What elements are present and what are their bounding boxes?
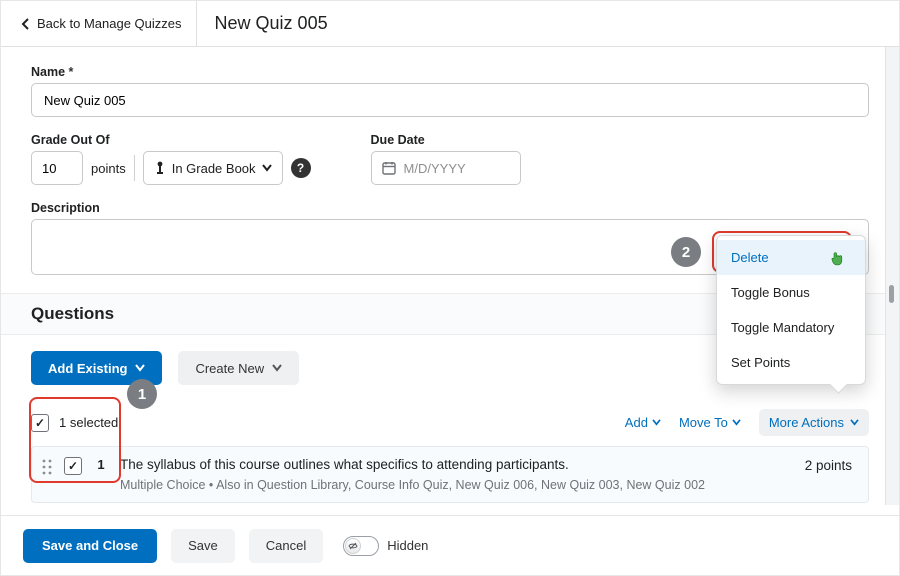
trophy-icon <box>154 161 166 175</box>
chevron-down-icon <box>272 364 282 372</box>
gradebook-label: In Grade Book <box>172 161 256 176</box>
add-existing-button[interactable]: Add Existing <box>31 351 162 385</box>
save-and-close-button[interactable]: Save and Close <box>23 529 157 563</box>
due-date-input[interactable]: M/D/YYYY <box>371 151 521 185</box>
more-actions-dropdown[interactable]: More Actions <box>759 409 869 436</box>
toggle-knob <box>345 538 361 554</box>
description-label: Description <box>31 201 869 215</box>
grade-label: Grade Out Of <box>31 133 311 147</box>
menu-item-set-points[interactable]: Set Points <box>717 345 865 380</box>
move-to-label: Move To <box>679 415 728 430</box>
top-bar: Back to Manage Quizzes New Quiz 005 <box>1 1 899 47</box>
selection-summary: 1 selected <box>31 414 118 432</box>
select-all-checkbox[interactable] <box>31 414 49 432</box>
cancel-button[interactable]: Cancel <box>249 529 323 563</box>
add-existing-label: Add Existing <box>48 361 127 376</box>
question-title: The syllabus of this course outlines wha… <box>120 457 793 472</box>
selected-count: 1 selected <box>59 415 118 430</box>
scrollbar-thumb[interactable] <box>889 285 894 303</box>
chevron-down-icon <box>135 364 145 372</box>
help-icon[interactable]: ? <box>291 158 311 178</box>
chevron-left-icon <box>21 18 31 30</box>
menu-item-toggle-mandatory[interactable]: Toggle Mandatory <box>717 310 865 345</box>
question-checkbox[interactable] <box>64 457 82 475</box>
grade-input[interactable] <box>31 151 83 185</box>
save-button[interactable]: Save <box>171 529 235 563</box>
create-new-label: Create New <box>195 361 264 376</box>
visibility-toggle[interactable] <box>343 536 379 556</box>
chevron-down-icon <box>850 419 859 426</box>
page-title: New Quiz 005 <box>197 13 346 34</box>
drag-handle-icon[interactable] <box>42 457 52 478</box>
due-date-group: Due Date M/D/YYYY <box>371 133 521 185</box>
in-grade-book-dropdown[interactable]: In Grade Book <box>143 151 283 185</box>
create-new-button[interactable]: Create New <box>178 351 299 385</box>
menu-item-toggle-bonus[interactable]: Toggle Bonus <box>717 275 865 310</box>
more-actions-label: More Actions <box>769 415 844 430</box>
footer-bar: Save and Close Save Cancel Hidden <box>1 515 899 575</box>
more-actions-menu: Delete Toggle Bonus Toggle Mandatory Set… <box>716 235 866 385</box>
chevron-down-icon <box>652 419 661 426</box>
name-label: Name <box>31 65 869 79</box>
chevron-down-icon <box>732 419 741 426</box>
scrollbar[interactable] <box>885 47 899 505</box>
menu-item-delete[interactable]: Delete <box>717 240 865 275</box>
menu-delete-label: Delete <box>731 250 769 265</box>
back-label: Back to Manage Quizzes <box>37 16 182 31</box>
add-dropdown[interactable]: Add <box>625 415 661 430</box>
due-date-label: Due Date <box>371 133 521 147</box>
due-date-placeholder: M/D/YYYY <box>404 161 466 176</box>
eye-off-icon <box>348 541 358 551</box>
chevron-down-icon <box>262 164 272 172</box>
back-to-manage-quizzes[interactable]: Back to Manage Quizzes <box>7 1 197 46</box>
question-number: 1 <box>94 457 108 472</box>
question-points: 2 points <box>805 457 852 473</box>
question-row[interactable]: 1 The syllabus of this course outlines w… <box>31 446 869 503</box>
points-word: points <box>91 161 126 176</box>
add-label: Add <box>625 415 648 430</box>
move-to-dropdown[interactable]: Move To <box>679 415 741 430</box>
question-meta: Multiple Choice • Also in Question Libra… <box>120 478 793 492</box>
cursor-icon <box>831 250 845 269</box>
divider <box>134 155 135 181</box>
quiz-name-input[interactable] <box>31 83 869 117</box>
hidden-label: Hidden <box>387 538 428 553</box>
grade-out-of-group: Grade Out Of points In Grade Book ? <box>31 133 311 185</box>
calendar-icon <box>382 161 396 175</box>
